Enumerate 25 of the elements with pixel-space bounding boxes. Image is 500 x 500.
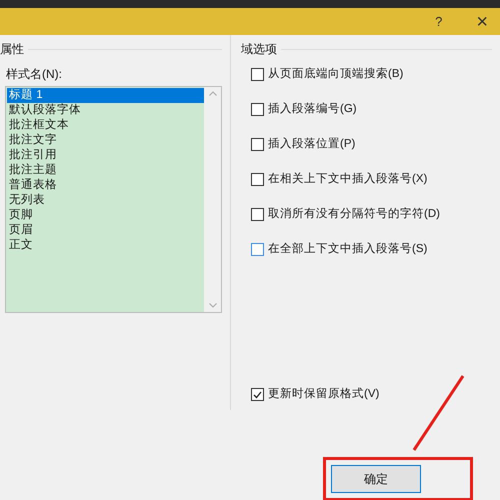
list-item[interactable]: 标题 1 — [7, 88, 204, 103]
option-label: 在相关上下文中插入段落号(X) — [268, 172, 428, 187]
option-label: 取消所有没有分隔符号的字符(D) — [268, 206, 440, 222]
list-item[interactable]: 批注框文本 — [7, 118, 204, 133]
option-label: 从页面底端向顶端搜索(B) — [268, 66, 404, 82]
ok-button[interactable]: 确定 — [331, 465, 421, 493]
list-item[interactable]: 默认段落字体 — [7, 103, 204, 118]
list-item[interactable]: 普通表格 — [7, 178, 204, 193]
option-label: 插入段落编号(G) — [268, 102, 357, 117]
option-label: 插入段落位置(P) — [268, 136, 356, 152]
list-item[interactable]: 正文 — [7, 238, 204, 253]
group-title: 属性 — [0, 41, 24, 58]
help-button[interactable]: ? — [435, 12, 442, 32]
option-label: 更新时保留原格式(V) — [268, 386, 380, 402]
close-button[interactable]: × — [476, 12, 488, 32]
option-label: 在全部上下文中插入段落号(S) — [268, 241, 428, 257]
group-title: 域选项 — [241, 41, 277, 58]
list-item[interactable]: 无列表 — [7, 193, 204, 208]
list-item[interactable]: 页脚 — [7, 208, 204, 223]
list-item[interactable]: 页眉 — [7, 223, 204, 238]
list-item[interactable]: 批注引用 — [7, 148, 204, 163]
list-item[interactable]: 批注主题 — [7, 163, 204, 178]
list-item[interactable]: 批注文字 — [7, 133, 204, 148]
list-label: 样式名(N): — [5, 66, 62, 83]
style-list[interactable]: 标题 1 默认段落字体 批注框文本 批注文字 批注引用 批注主题 普通表格 无列表 页脚 页眉 正文 — [5, 86, 222, 313]
